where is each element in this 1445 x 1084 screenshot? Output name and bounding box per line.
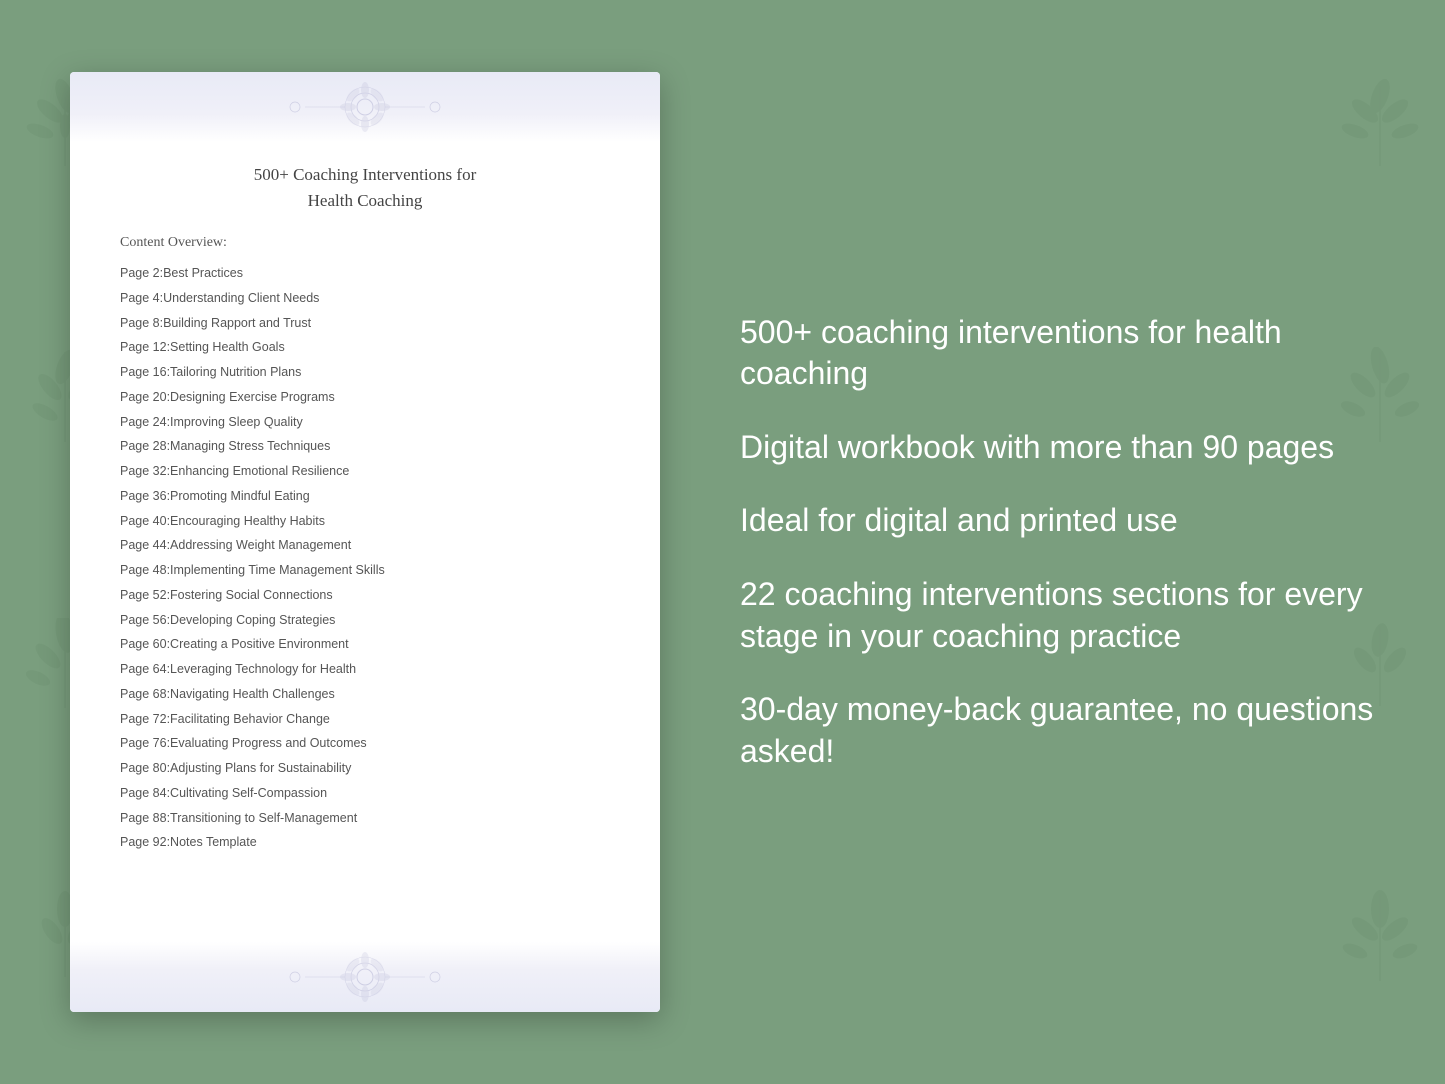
header-ornament-svg <box>215 82 515 132</box>
toc-list: Page 2:Best PracticesPage 4:Understandin… <box>120 261 610 855</box>
toc-title: Developing Coping Strategies <box>170 613 335 627</box>
toc-page-num: Page 80: <box>120 759 170 778</box>
doc-header-decoration <box>70 72 660 142</box>
toc-title: Managing Stress Techniques <box>170 439 330 453</box>
toc-page-num: Page 16: <box>120 363 170 382</box>
toc-title: Adjusting Plans for Sustainability <box>170 761 351 775</box>
toc-title: Fostering Social Connections <box>170 588 333 602</box>
toc-page-num: Page 92: <box>120 833 170 852</box>
toc-page-num: Page 48: <box>120 561 170 580</box>
toc-page-num: Page 64: <box>120 660 170 679</box>
toc-title: Notes Template <box>170 835 257 849</box>
toc-page-num: Page 56: <box>120 611 170 630</box>
toc-item: Page 20:Designing Exercise Programs <box>120 385 610 410</box>
toc-page-num: Page 36: <box>120 487 170 506</box>
toc-page-num: Page 88: <box>120 809 170 828</box>
toc-title: Navigating Health Challenges <box>170 687 335 701</box>
page-layout: 500+ Coaching Interventions for Health C… <box>0 0 1445 1084</box>
toc-item: Page 88:Transitioning to Self-Management <box>120 806 610 831</box>
toc-page-num: Page 52: <box>120 586 170 605</box>
toc-item: Page 44:Addressing Weight Management <box>120 533 610 558</box>
toc-title: Facilitating Behavior Change <box>170 712 330 726</box>
toc-title: Evaluating Progress and Outcomes <box>170 736 367 750</box>
toc-title: Improving Sleep Quality <box>170 415 303 429</box>
toc-item: Page 84:Cultivating Self-Compassion <box>120 781 610 806</box>
toc-page-num: Page 84: <box>120 784 170 803</box>
toc-title: Understanding Client Needs <box>163 291 319 305</box>
toc-title: Building Rapport and Trust <box>163 316 311 330</box>
toc-item: Page 80:Adjusting Plans for Sustainabili… <box>120 756 610 781</box>
toc-title: Promoting Mindful Eating <box>170 489 310 503</box>
footer-ornament-svg <box>215 952 515 1002</box>
toc-title: Cultivating Self-Compassion <box>170 786 327 800</box>
toc-item: Page 16:Tailoring Nutrition Plans <box>120 360 610 385</box>
toc-page-num: Page 32: <box>120 462 170 481</box>
feature-item-2: Digital workbook with more than 90 pages <box>740 427 1385 469</box>
toc-item: Page 2:Best Practices <box>120 261 610 286</box>
doc-title-line1: 500+ Coaching Interventions for <box>254 165 477 184</box>
toc-title: Enhancing Emotional Resilience <box>170 464 349 478</box>
toc-item: Page 8:Building Rapport and Trust <box>120 311 610 336</box>
feature-item-3: Ideal for digital and printed use <box>740 500 1385 542</box>
doc-footer-decoration <box>70 942 660 1012</box>
document-panel: 500+ Coaching Interventions for Health C… <box>70 72 660 1012</box>
doc-content: 500+ Coaching Interventions for Health C… <box>70 142 660 942</box>
toc-title: Transitioning to Self-Management <box>170 811 357 825</box>
toc-page-num: Page 72: <box>120 710 170 729</box>
feature-item-5: 30-day money-back guarantee, no question… <box>740 689 1385 772</box>
toc-title: Creating a Positive Environment <box>170 637 349 651</box>
toc-item: Page 92:Notes Template <box>120 830 610 855</box>
toc-title: Leveraging Technology for Health <box>170 662 356 676</box>
toc-item: Page 68:Navigating Health Challenges <box>120 682 610 707</box>
toc-item: Page 4:Understanding Client Needs <box>120 286 610 311</box>
toc-item: Page 40:Encouraging Healthy Habits <box>120 509 610 534</box>
toc-item: Page 56:Developing Coping Strategies <box>120 608 610 633</box>
toc-item: Page 60:Creating a Positive Environment <box>120 632 610 657</box>
toc-page-num: Page 8: <box>120 314 163 333</box>
toc-item: Page 48:Implementing Time Management Ski… <box>120 558 610 583</box>
toc-page-num: Page 12: <box>120 338 170 357</box>
toc-item: Page 52:Fostering Social Connections <box>120 583 610 608</box>
content-overview-label: Content Overview: <box>120 235 610 251</box>
toc-page-num: Page 40: <box>120 512 170 531</box>
toc-page-num: Page 2: <box>120 264 163 283</box>
toc-item: Page 12:Setting Health Goals <box>120 335 610 360</box>
toc-item: Page 24:Improving Sleep Quality <box>120 410 610 435</box>
toc-page-num: Page 24: <box>120 413 170 432</box>
features-panel: 500+ coaching interventions for health c… <box>720 312 1385 773</box>
toc-title: Encouraging Healthy Habits <box>170 514 325 528</box>
toc-item: Page 64:Leveraging Technology for Health <box>120 657 610 682</box>
doc-title: 500+ Coaching Interventions for Health C… <box>120 162 610 213</box>
toc-item: Page 28:Managing Stress Techniques <box>120 434 610 459</box>
toc-page-num: Page 28: <box>120 437 170 456</box>
toc-item: Page 76:Evaluating Progress and Outcomes <box>120 731 610 756</box>
toc-page-num: Page 4: <box>120 289 163 308</box>
toc-page-num: Page 20: <box>120 388 170 407</box>
toc-title: Addressing Weight Management <box>170 538 351 552</box>
toc-title: Tailoring Nutrition Plans <box>170 365 301 379</box>
toc-title: Setting Health Goals <box>170 340 285 354</box>
feature-item-1: 500+ coaching interventions for health c… <box>740 312 1385 395</box>
toc-item: Page 72:Facilitating Behavior Change <box>120 707 610 732</box>
toc-page-num: Page 60: <box>120 635 170 654</box>
toc-title: Implementing Time Management Skills <box>170 563 385 577</box>
doc-title-line2: Health Coaching <box>308 191 423 210</box>
toc-item: Page 32:Enhancing Emotional Resilience <box>120 459 610 484</box>
toc-title: Designing Exercise Programs <box>170 390 335 404</box>
toc-item: Page 36:Promoting Mindful Eating <box>120 484 610 509</box>
toc-page-num: Page 76: <box>120 734 170 753</box>
toc-title: Best Practices <box>163 266 243 280</box>
feature-item-4: 22 coaching interventions sections for e… <box>740 574 1385 657</box>
toc-page-num: Page 68: <box>120 685 170 704</box>
toc-page-num: Page 44: <box>120 536 170 555</box>
